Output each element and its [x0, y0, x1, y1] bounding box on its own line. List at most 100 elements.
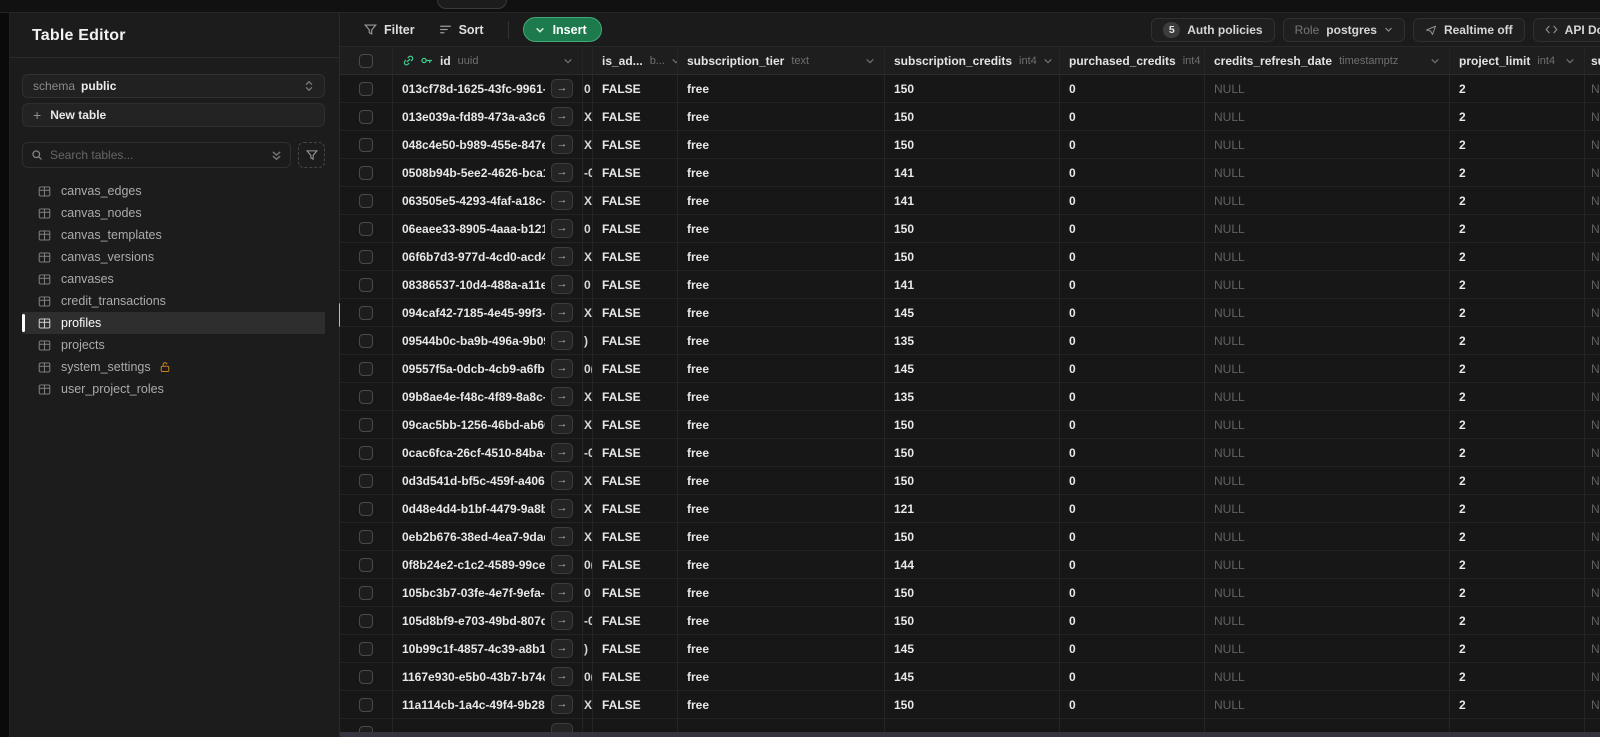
expand-row-button[interactable]: → [551, 639, 573, 658]
row-checkbox[interactable] [359, 333, 373, 348]
column-header-project_limit[interactable]: project_limit int4 [1450, 47, 1585, 74]
project-limit-cell[interactable]: 2 [1450, 383, 1585, 410]
clipped-cell[interactable]: ) [583, 635, 593, 662]
project-limit-cell[interactable]: 2 [1450, 467, 1585, 494]
subscription-tier-cell[interactable]: free [678, 75, 885, 102]
subscription-tier-cell[interactable]: free [678, 159, 885, 186]
last-clipped-cell[interactable]: NULL [1585, 495, 1600, 522]
is-admin-cell[interactable]: FALSE [593, 411, 678, 438]
chevron-down-icon[interactable] [665, 56, 677, 66]
id-cell[interactable]: 11a114cb-1a4c-49f4-9b28-52219ec... → [393, 691, 583, 718]
filter-tables-button[interactable] [298, 142, 325, 168]
last-clipped-cell[interactable]: NULL [1585, 243, 1600, 270]
credits-refresh-date-cell[interactable]: NULL [1205, 215, 1450, 242]
clipped-cell[interactable]: X [583, 495, 593, 522]
chevron-down-icon[interactable] [1424, 56, 1440, 66]
sidebar-item-canvas_versions[interactable]: canvas_versions [22, 246, 325, 268]
is-admin-cell[interactable]: FALSE [593, 663, 678, 690]
expand-row-button[interactable]: → [551, 667, 573, 686]
subscription-credits-cell[interactable]: 145 [885, 663, 1060, 690]
clipped-cell[interactable]: -0 [583, 439, 593, 466]
credits-refresh-date-cell[interactable]: NULL [1205, 467, 1450, 494]
subscription-credits-cell[interactable]: 150 [885, 579, 1060, 606]
row-checkbox[interactable] [359, 389, 373, 404]
is-admin-cell[interactable]: FALSE [593, 579, 678, 606]
column-header-id[interactable]: id uuid [393, 47, 583, 74]
row-checkbox[interactable] [359, 613, 373, 628]
project-limit-cell[interactable]: 2 [1450, 243, 1585, 270]
id-cell[interactable]: 0f8b24e2-c1c2-4589-99ce-2c52d... → [393, 551, 583, 578]
column-header-subscription_credits[interactable]: subscription_credits int4 [885, 47, 1060, 74]
realtime-button[interactable]: Realtime off [1412, 17, 1525, 42]
is-admin-cell[interactable]: FALSE [593, 327, 678, 354]
purchased-credits-cell[interactable]: 0 [1060, 551, 1205, 578]
credits-refresh-date-cell[interactable]: NULL [1205, 607, 1450, 634]
column-header-credits_refresh_date[interactable]: credits_refresh_date timestamptz [1205, 47, 1450, 74]
purchased-credits-cell[interactable]: 0 [1060, 663, 1205, 690]
subscription-tier-cell[interactable]: free [678, 635, 885, 662]
id-cell[interactable]: 06f6b7d3-977d-4cd0-acd4-4a78... → [393, 243, 583, 270]
is-admin-cell[interactable]: FALSE [593, 467, 678, 494]
subscription-credits-cell[interactable]: 150 [885, 75, 1060, 102]
row-checkbox[interactable] [359, 305, 373, 320]
last-clipped-cell[interactable]: NULL [1585, 663, 1600, 690]
row-checkbox[interactable] [359, 501, 373, 516]
subscription-credits-cell[interactable]: 135 [885, 383, 1060, 410]
project-limit-cell[interactable]: 2 [1450, 187, 1585, 214]
subscription-credits-cell[interactable]: 150 [885, 691, 1060, 718]
expand-row-button[interactable]: → [551, 191, 573, 210]
horizontal-scrollbar[interactable] [340, 732, 1600, 737]
expand-row-button[interactable]: → [551, 555, 573, 574]
last-clipped-cell[interactable]: NULL [1585, 467, 1600, 494]
clipped-cell[interactable]: 0( [583, 663, 593, 690]
credits-refresh-date-cell[interactable]: NULL [1205, 271, 1450, 298]
subscription-tier-cell[interactable]: free [678, 243, 885, 270]
subscription-credits-cell[interactable]: 141 [885, 187, 1060, 214]
row-checkbox[interactable] [359, 557, 373, 572]
credits-refresh-date-cell[interactable]: NULL [1205, 439, 1450, 466]
expand-row-button[interactable]: → [551, 415, 573, 434]
purchased-credits-cell[interactable]: 0 [1060, 383, 1205, 410]
id-cell[interactable]: 09557f5a-0dcb-4cb9-a6fb-fff366... → [393, 355, 583, 382]
subscription-credits-cell[interactable]: 135 [885, 327, 1060, 354]
subscription-credits-cell[interactable]: 150 [885, 103, 1060, 130]
is-admin-cell[interactable]: FALSE [593, 383, 678, 410]
subscription-tier-cell[interactable]: free [678, 579, 885, 606]
subscription-tier-cell[interactable]: free [678, 187, 885, 214]
subscription-credits-cell[interactable]: 141 [885, 271, 1060, 298]
project-limit-cell[interactable]: 2 [1450, 691, 1585, 718]
id-cell[interactable]: 1167e930-e5b0-43b7-b74c-788c9... → [393, 663, 583, 690]
sidebar-item-canvas_templates[interactable]: canvas_templates [22, 224, 325, 246]
purchased-credits-cell[interactable]: 0 [1060, 243, 1205, 270]
sidebar-item-canvas_edges[interactable]: canvas_edges [22, 180, 325, 202]
id-cell[interactable]: 105d8bf9-e703-49bd-807d-645e... → [393, 607, 583, 634]
expand-row-button[interactable]: → [551, 527, 573, 546]
purchased-credits-cell[interactable]: 0 [1060, 411, 1205, 438]
sidebar-item-credit_transactions[interactable]: credit_transactions [22, 290, 325, 312]
select-all-checkbox[interactable] [359, 53, 373, 68]
credits-refresh-date-cell[interactable]: NULL [1205, 159, 1450, 186]
project-limit-cell[interactable]: 2 [1450, 355, 1585, 382]
last-clipped-cell[interactable]: NULL [1585, 383, 1600, 410]
id-cell[interactable]: 013cf78d-1625-43fc-9961-442189... → [393, 75, 583, 102]
id-cell[interactable]: 0508b94b-5ee2-4626-bca1-4bca... → [393, 159, 583, 186]
purchased-credits-cell[interactable]: 0 [1060, 75, 1205, 102]
subscription-tier-cell[interactable]: free [678, 467, 885, 494]
subscription-credits-cell[interactable]: 150 [885, 467, 1060, 494]
clipped-cell[interactable]: X [583, 467, 593, 494]
credits-refresh-date-cell[interactable]: NULL [1205, 635, 1450, 662]
credits-refresh-date-cell[interactable]: NULL [1205, 187, 1450, 214]
credits-refresh-date-cell[interactable]: NULL [1205, 523, 1450, 550]
api-docs-button[interactable]: API Do [1532, 17, 1600, 42]
column-header-subscription_tier[interactable]: subscription_tier text [678, 47, 885, 74]
purchased-credits-cell[interactable]: 0 [1060, 103, 1205, 130]
row-checkbox[interactable] [359, 109, 373, 124]
row-checkbox[interactable] [359, 277, 373, 292]
clipped-cell[interactable]: X [583, 383, 593, 410]
expand-row-button[interactable]: → [551, 107, 573, 126]
row-checkbox[interactable] [359, 697, 373, 712]
project-limit-cell[interactable]: 2 [1450, 411, 1585, 438]
is-admin-cell[interactable]: FALSE [593, 243, 678, 270]
purchased-credits-cell[interactable]: 0 [1060, 607, 1205, 634]
last-clipped-cell[interactable]: NULL [1585, 523, 1600, 550]
